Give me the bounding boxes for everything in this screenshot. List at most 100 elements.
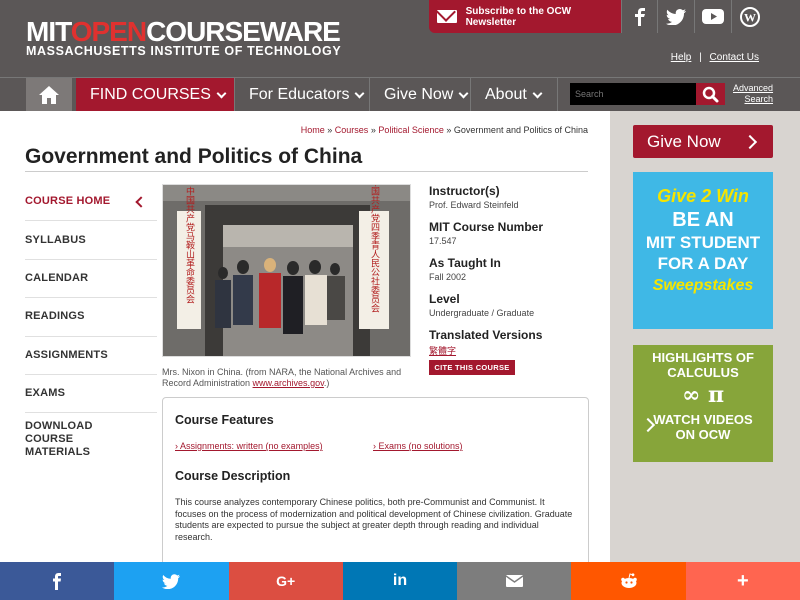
share-linkedin-button[interactable]: in — [342, 562, 458, 600]
feature-link-assignments-label: Assignments: written (no examples) — [180, 441, 323, 451]
envelope-icon — [437, 10, 457, 23]
chevron-down-icon — [458, 88, 469, 98]
search-button[interactable] — [696, 83, 725, 105]
logo-subtitle: MASSACHUSETTS INSTITUTE OF TECHNOLOGY — [26, 44, 342, 58]
main-content: Home » Courses » Political Science » Gov… — [0, 111, 610, 600]
sidebar-item-label: DOWNLOAD COURSE MATERIALS — [25, 419, 93, 458]
sidebar-item-label: SYLLABUS — [25, 233, 86, 246]
nav-find-courses-label: FIND COURSES — [90, 86, 211, 103]
promo1-line5: Sweepstakes — [652, 277, 754, 294]
promo2-line4: ON OCW — [675, 427, 731, 442]
promo2-line2: CALCULUS — [667, 365, 739, 380]
sidebar-item-exams[interactable]: EXAMS — [25, 375, 157, 414]
facebook-icon[interactable] — [621, 0, 657, 33]
calculus-symbols-icon: ∞ π — [681, 382, 725, 408]
promo1-line1: Give 2 Win — [657, 186, 749, 206]
search-icon — [702, 86, 719, 103]
share-reddit-button[interactable] — [571, 562, 686, 600]
newsletter-button[interactable]: Subscribe to the OCW Newsletter — [429, 0, 621, 33]
sidebar-item-assignments[interactable]: ASSIGNMENTS — [25, 337, 157, 375]
sidebar-item-label: CALENDAR — [25, 271, 89, 284]
nav-for-educators[interactable]: For Educators — [234, 78, 369, 112]
sidebar-item-label: COURSE HOME — [25, 195, 111, 208]
course-info: Instructor(s) Prof. Edward Steinfeld MIT… — [429, 184, 589, 367]
feature-link-exams-label: Exams (no solutions) — [378, 441, 463, 451]
chevron-down-icon — [532, 88, 543, 98]
promo2-line1: HIGHLIGHTS OF — [652, 350, 754, 365]
sign-right-text: 中国共产党四季青人民公社委员会 — [369, 185, 380, 313]
wordpress-icon[interactable]: W — [731, 0, 767, 33]
sign-left-text: 中国共产党马鞍山革命委员会 — [184, 185, 195, 304]
promo1-line3: MIT STUDENT — [645, 233, 761, 252]
translated-label: Translated Versions — [429, 328, 543, 342]
newsletter-label: Subscribe to the OCW Newsletter — [465, 5, 572, 28]
share-bar: G+ in + — [0, 562, 800, 600]
nav-about-label: About — [485, 86, 527, 103]
sidebar-item-label: ASSIGNMENTS — [25, 348, 108, 361]
instructor-value: Prof. Edward Steinfeld — [429, 200, 519, 210]
share-google-plus-button[interactable]: G+ — [228, 562, 343, 600]
feature-link-exams[interactable]: › Exams (no solutions) — [373, 441, 463, 451]
top-links-separator: | — [699, 52, 702, 63]
sidebar-item-syllabus[interactable]: SYLLABUS — [25, 221, 157, 260]
cite-course-button[interactable]: CITE THIS COURSE — [429, 360, 515, 375]
advanced-search-line2: Search — [744, 94, 774, 104]
nav-about[interactable]: About — [470, 78, 558, 112]
breadcrumb-department[interactable]: Political Science — [378, 125, 444, 135]
youtube-icon[interactable] — [694, 0, 730, 33]
share-email-button[interactable] — [457, 562, 572, 600]
advanced-search-link[interactable]: Advanced Search — [733, 83, 773, 105]
logo-mit: MIT — [26, 16, 72, 47]
more-icon: + — [736, 569, 749, 592]
sidebar-item-download[interactable]: DOWNLOAD COURSE MATERIALS — [25, 413, 157, 465]
sidebar-item-calendar[interactable]: CALENDAR — [25, 260, 157, 299]
search-input[interactable] — [570, 83, 696, 105]
instructor-label: Instructor(s) — [429, 184, 500, 198]
course-number-value: 17.547 — [429, 236, 457, 246]
site-header: MITOPENCOURSEWARE MASSACHUSETTS INSTITUT… — [0, 0, 800, 77]
chevron-down-icon — [355, 88, 365, 98]
email-icon — [505, 575, 523, 587]
course-features-heading: Course Features — [175, 413, 274, 427]
course-number-label: MIT Course Number — [429, 220, 544, 234]
breadcrumb-courses[interactable]: Courses — [335, 125, 369, 135]
promo1-line4: FOR A DAY — [657, 254, 749, 273]
share-more-button[interactable]: + — [685, 562, 800, 600]
give2win-promo[interactable]: Give 2 Win BE AN MIT STUDENT FOR A DAY S… — [633, 172, 773, 329]
course-sidebar: COURSE HOME SYLLABUS CALENDAR READINGS A… — [25, 183, 157, 465]
sidebar-item-readings[interactable]: READINGS — [25, 298, 157, 337]
logo-courseware: COURSEWARE — [146, 16, 341, 47]
course-description-heading: Course Description — [175, 469, 291, 483]
share-facebook-button[interactable] — [0, 562, 115, 600]
breadcrumb: Home » Courses » Political Science » Gov… — [0, 125, 588, 135]
breadcrumb-home[interactable]: Home — [301, 125, 325, 135]
give-now-button[interactable]: Give Now — [633, 125, 773, 158]
help-link[interactable]: Help — [671, 52, 692, 63]
breadcrumb-separator: » — [446, 125, 452, 135]
calculus-promo[interactable]: HIGHLIGHTS OF CALCULUS ∞ π WATCH VIDEOS … — [633, 345, 773, 462]
sidebar-item-label: READINGS — [25, 310, 85, 323]
translated-link[interactable]: 繁體字 — [429, 344, 589, 357]
svg-text:W: W — [744, 10, 756, 24]
taught-value: Fall 2002 — [429, 272, 467, 282]
archives-link[interactable]: www.archives.gov — [253, 378, 324, 388]
promo1-line2: BE AN — [672, 209, 734, 231]
nav-give-now[interactable]: Give Now — [369, 78, 470, 112]
sidebar-item-course-home[interactable]: COURSE HOME — [25, 183, 157, 222]
twitter-icon[interactable] — [657, 0, 693, 33]
reddit-icon — [620, 573, 637, 588]
feature-link-assignments[interactable]: › Assignments: written (no examples) — [175, 441, 323, 451]
google-plus-icon: G+ — [276, 573, 296, 589]
course-photo: 中国共产党马鞍山革命委员会 中国共产党四季青人民公社委员会 — [162, 184, 411, 357]
contact-us-link[interactable]: Contact Us — [710, 52, 759, 63]
main-nav: FIND COURSES For Educators Give Now Abou… — [0, 77, 800, 112]
level-value: Undergraduate / Graduate — [429, 308, 535, 318]
share-twitter-button[interactable] — [114, 562, 229, 600]
page-title: Government and Politics of China — [25, 145, 363, 168]
home-button[interactable] — [26, 78, 72, 112]
chevron-right-icon — [742, 134, 758, 149]
course-description: This course analyzes contemporary Chines… — [175, 497, 573, 542]
nav-find-courses[interactable]: FIND COURSES — [76, 78, 234, 112]
home-icon — [39, 86, 59, 104]
linkedin-icon: in — [392, 572, 408, 589]
